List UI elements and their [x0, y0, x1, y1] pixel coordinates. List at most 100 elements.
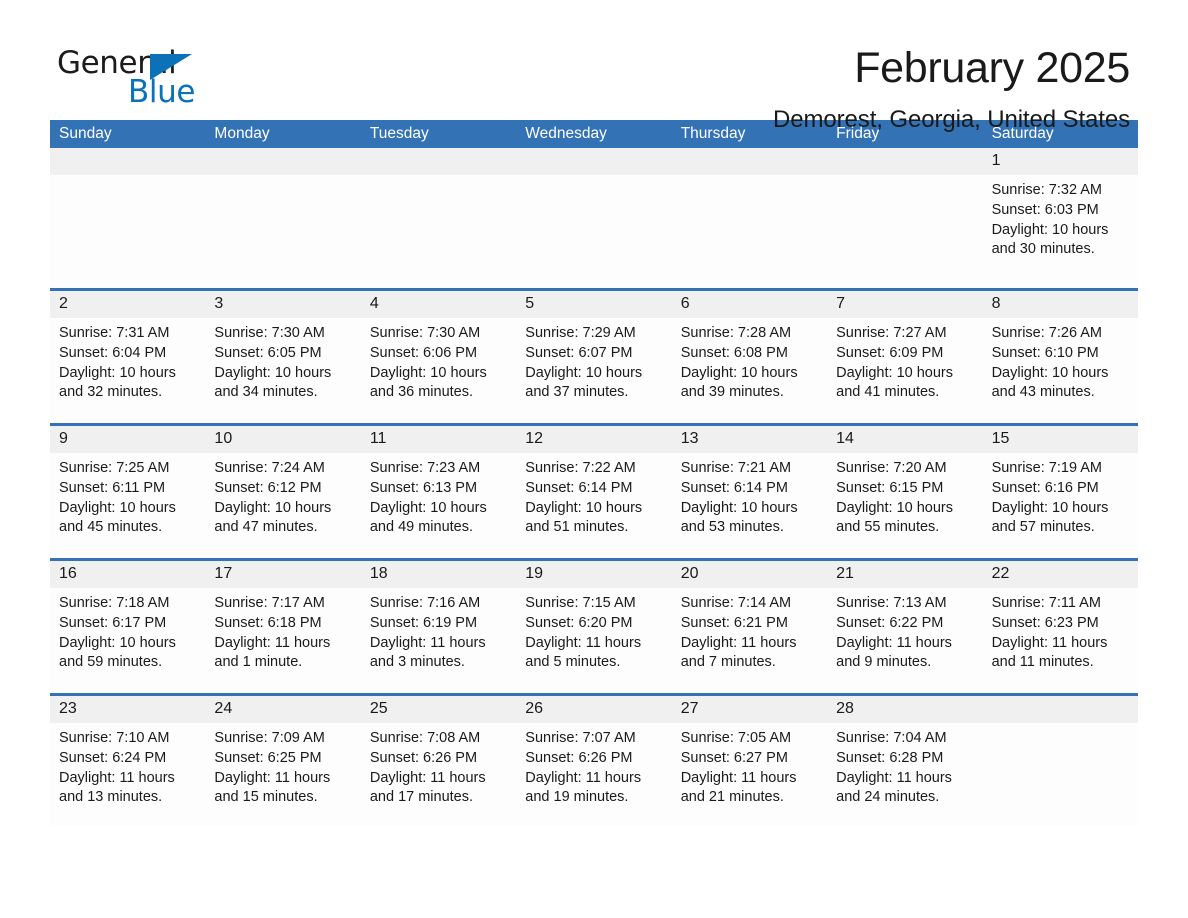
calendar-empty-cell: [205, 148, 361, 288]
day-number: 3: [214, 295, 224, 312]
day-details: [50, 175, 206, 288]
calendar-day-cell[interactable]: 2 Sunrise: 7:31 AM Sunset: 6:04 PM Daylight…: [50, 291, 206, 423]
calendar-week-row: 1 Sunrise: 7:32 AM Sunset: 6:03 PM Daylight…: [50, 148, 1138, 288]
calendar-day-cell[interactable]: 10 Sunrise: 7:24 AM Sunset: 6:12 PM Dayligh…: [205, 426, 361, 558]
calendar-day-cell[interactable]: 12 Sunrise: 7:22 AM Sunset: 6:14 PM Dayligh…: [516, 426, 672, 558]
sunset-text: Sunset: 6:18 PM: [214, 614, 322, 631]
day-details: Sunrise: 7:18 AM Sunset: 6:17 PM Daylight:…: [50, 588, 206, 693]
day-details: Sunrise: 7:15 AM Sunset: 6:20 PM Daylight:…: [516, 588, 672, 693]
day-details: [671, 175, 828, 288]
sunrise-text: Sunrise: 7:04 AM: [836, 730, 947, 746]
day-number: 4: [369, 295, 379, 312]
day-details: Sunrise: 7:31 AM Sunset: 6:04 PM Daylight:…: [50, 318, 206, 423]
day-number: 26: [525, 700, 544, 717]
calendar-day-cell[interactable]: 26 Sunrise: 7:07 AM Sunset: 6:26 PM Dayligh…: [516, 696, 672, 826]
sunrise-text: Sunrise: 7:08 AM: [369, 730, 481, 746]
calendar-day-cell[interactable]: 15 Sunrise: 7:19 AM Sunset: 6:16 PM Dayligh…: [982, 426, 1138, 558]
sunrise-text: Sunrise: 7:30 AM: [369, 325, 481, 341]
calendar-day-cell[interactable]: 27 Sunrise: 7:05 AM Sunset: 6:27 PM Dayligh…: [671, 696, 828, 826]
calendar-day-cell[interactable]: 9 Sunrise: 7:25 AM Sunset: 6:11 PM Daylight…: [50, 426, 206, 558]
calendar-day-cell[interactable]: 11 Sunrise: 7:23 AM Sunset: 6:13 PM Dayligh…: [360, 426, 517, 558]
calendar-day-cell[interactable]: 20 Sunrise: 7:14 AM Sunset: 6:21 PM Dayligh…: [671, 561, 828, 693]
sunrise-text: Sunrise: 7:20 AM: [836, 460, 947, 476]
day-details: Sunrise: 7:07 AM Sunset: 6:26 PM Daylight:…: [516, 723, 672, 826]
day-details: [982, 723, 1138, 826]
sunset-text: Sunset: 6:21 PM: [680, 614, 788, 631]
calendar-day-cell[interactable]: 4 Sunrise: 7:30 AM Sunset: 6:06 PM Daylight…: [360, 291, 517, 423]
sunset-text: Sunset: 6:14 PM: [525, 479, 633, 496]
day-number: 19: [525, 565, 544, 582]
daylight-text: Daylight: 11 hours and 5 minutes.: [525, 634, 642, 671]
calendar-day-cell[interactable]: 19 Sunrise: 7:15 AM Sunset: 6:20 PM Dayligh…: [516, 561, 672, 693]
day-number: 27: [680, 700, 699, 717]
daylight-text: Daylight: 10 hours and 30 minutes.: [991, 221, 1109, 258]
sunrise-text: Sunrise: 7:18 AM: [59, 595, 170, 611]
calendar-day-cell[interactable]: 17 Sunrise: 7:17 AM Sunset: 6:18 PM Dayligh…: [205, 561, 361, 693]
calendar-weeks: 1 Sunrise: 7:32 AM Sunset: 6:03 PM Daylight…: [50, 148, 1138, 826]
sunset-text: Sunset: 6:11 PM: [59, 479, 166, 496]
daylight-text: Daylight: 11 hours and 3 minutes.: [369, 634, 486, 671]
calendar-day-cell[interactable]: 1 Sunrise: 7:32 AM Sunset: 6:03 PM Daylight…: [982, 148, 1138, 288]
day-number: 24: [214, 700, 233, 717]
calendar-week-row: 23 Sunrise: 7:10 AM Sunset: 6:24 PM Dayligh…: [50, 693, 1138, 826]
generalblue-logo[interactable]: General Blue: [50, 46, 200, 112]
calendar-day-cell[interactable]: 6 Sunrise: 7:28 AM Sunset: 6:08 PM Daylight…: [671, 291, 828, 423]
calendar-day-cell[interactable]: 22 Sunrise: 7:11 AM Sunset: 6:23 PM Dayligh…: [982, 561, 1138, 693]
calendar-day-cell[interactable]: 14 Sunrise: 7:20 AM Sunset: 6:15 PM Dayligh…: [827, 426, 983, 558]
day-number: 9: [59, 430, 68, 447]
daylight-text: Daylight: 11 hours and 7 minutes.: [680, 634, 797, 671]
daylight-text: Daylight: 10 hours and 47 minutes.: [214, 499, 332, 536]
weekday-header-thursday: Thursday: [680, 125, 746, 143]
calendar-day-cell[interactable]: 24 Sunrise: 7:09 AM Sunset: 6:25 PM Dayligh…: [205, 696, 361, 826]
sunrise-text: Sunrise: 7:27 AM: [836, 325, 947, 341]
day-number: 17: [214, 565, 233, 582]
page-header: General Blue February 2025 Demorest, Geo…: [50, 0, 1138, 133]
sunrise-text: Sunrise: 7:28 AM: [680, 325, 792, 341]
sunset-text: Sunset: 6:19 PM: [369, 614, 478, 631]
calendar-empty-cell: [516, 148, 672, 288]
calendar-grid: Sunday Monday Tuesday Wednesday Thursday…: [50, 120, 1138, 826]
calendar-day-cell[interactable]: 13 Sunrise: 7:21 AM Sunset: 6:14 PM Dayligh…: [671, 426, 828, 558]
calendar-day-cell[interactable]: 25 Sunrise: 7:08 AM Sunset: 6:26 PM Dayligh…: [360, 696, 517, 826]
sunset-text: Sunset: 6:20 PM: [525, 614, 633, 631]
weekday-header-wednesday: Wednesday: [525, 125, 607, 143]
sunrise-text: Sunrise: 7:26 AM: [991, 325, 1102, 341]
daylight-text: Daylight: 10 hours and 32 minutes.: [59, 364, 176, 401]
calendar-day-cell[interactable]: 28 Sunrise: 7:04 AM Sunset: 6:28 PM Dayligh…: [827, 696, 983, 826]
day-details: Sunrise: 7:16 AM Sunset: 6:19 PM Daylight:…: [360, 588, 517, 693]
weekday-header-monday: Monday: [214, 125, 270, 143]
calendar-day-cell[interactable]: 5 Sunrise: 7:29 AM Sunset: 6:07 PM Daylight…: [516, 291, 672, 423]
daylight-text: Daylight: 10 hours and 57 minutes.: [991, 499, 1109, 536]
sunset-text: Sunset: 6:06 PM: [369, 344, 478, 361]
day-details: [360, 175, 517, 288]
calendar-empty-cell: [360, 148, 517, 288]
sunrise-text: Sunrise: 7:15 AM: [525, 595, 636, 611]
calendar-day-cell[interactable]: 21 Sunrise: 7:13 AM Sunset: 6:22 PM Dayligh…: [827, 561, 983, 693]
day-number: 10: [214, 430, 233, 447]
sunset-text: Sunset: 6:13 PM: [369, 479, 478, 496]
day-details: [516, 175, 672, 288]
sunset-text: Sunset: 6:03 PM: [991, 201, 1099, 218]
sunset-text: Sunset: 6:17 PM: [59, 614, 167, 631]
calendar-empty-cell: [982, 696, 1138, 826]
daylight-text: Daylight: 10 hours and 34 minutes.: [214, 364, 332, 401]
day-details: Sunrise: 7:26 AM Sunset: 6:10 PM Daylight:…: [982, 318, 1138, 423]
daylight-text: Daylight: 10 hours and 37 minutes.: [525, 364, 643, 401]
calendar-day-cell[interactable]: 16 Sunrise: 7:18 AM Sunset: 6:17 PM Dayligh…: [50, 561, 206, 693]
calendar-day-cell[interactable]: 8 Sunrise: 7:26 AM Sunset: 6:10 PM Daylight…: [982, 291, 1138, 423]
sunset-text: Sunset: 6:05 PM: [214, 344, 322, 361]
day-number: 23: [59, 700, 77, 717]
calendar-day-cell[interactable]: 18 Sunrise: 7:16 AM Sunset: 6:19 PM Dayligh…: [360, 561, 517, 693]
daylight-text: Daylight: 10 hours and 59 minutes.: [59, 634, 176, 671]
sunrise-text: Sunrise: 7:21 AM: [680, 460, 792, 476]
daylight-text: Daylight: 10 hours and 55 minutes.: [836, 499, 954, 536]
day-number: 1: [991, 152, 1001, 169]
calendar-week-row: 2 Sunrise: 7:31 AM Sunset: 6:04 PM Daylight…: [50, 288, 1138, 423]
sunset-text: Sunset: 6:07 PM: [525, 344, 633, 361]
calendar-day-cell[interactable]: 7 Sunrise: 7:27 AM Sunset: 6:09 PM Daylight…: [827, 291, 983, 423]
day-details: Sunrise: 7:22 AM Sunset: 6:14 PM Daylight:…: [516, 453, 672, 558]
calendar-empty-cell: [827, 148, 983, 288]
calendar-day-cell[interactable]: 23 Sunrise: 7:10 AM Sunset: 6:24 PM Dayligh…: [50, 696, 206, 826]
sunset-text: Sunset: 6:08 PM: [680, 344, 788, 361]
calendar-day-cell[interactable]: 3 Sunrise: 7:30 AM Sunset: 6:05 PM Daylight…: [205, 291, 361, 423]
